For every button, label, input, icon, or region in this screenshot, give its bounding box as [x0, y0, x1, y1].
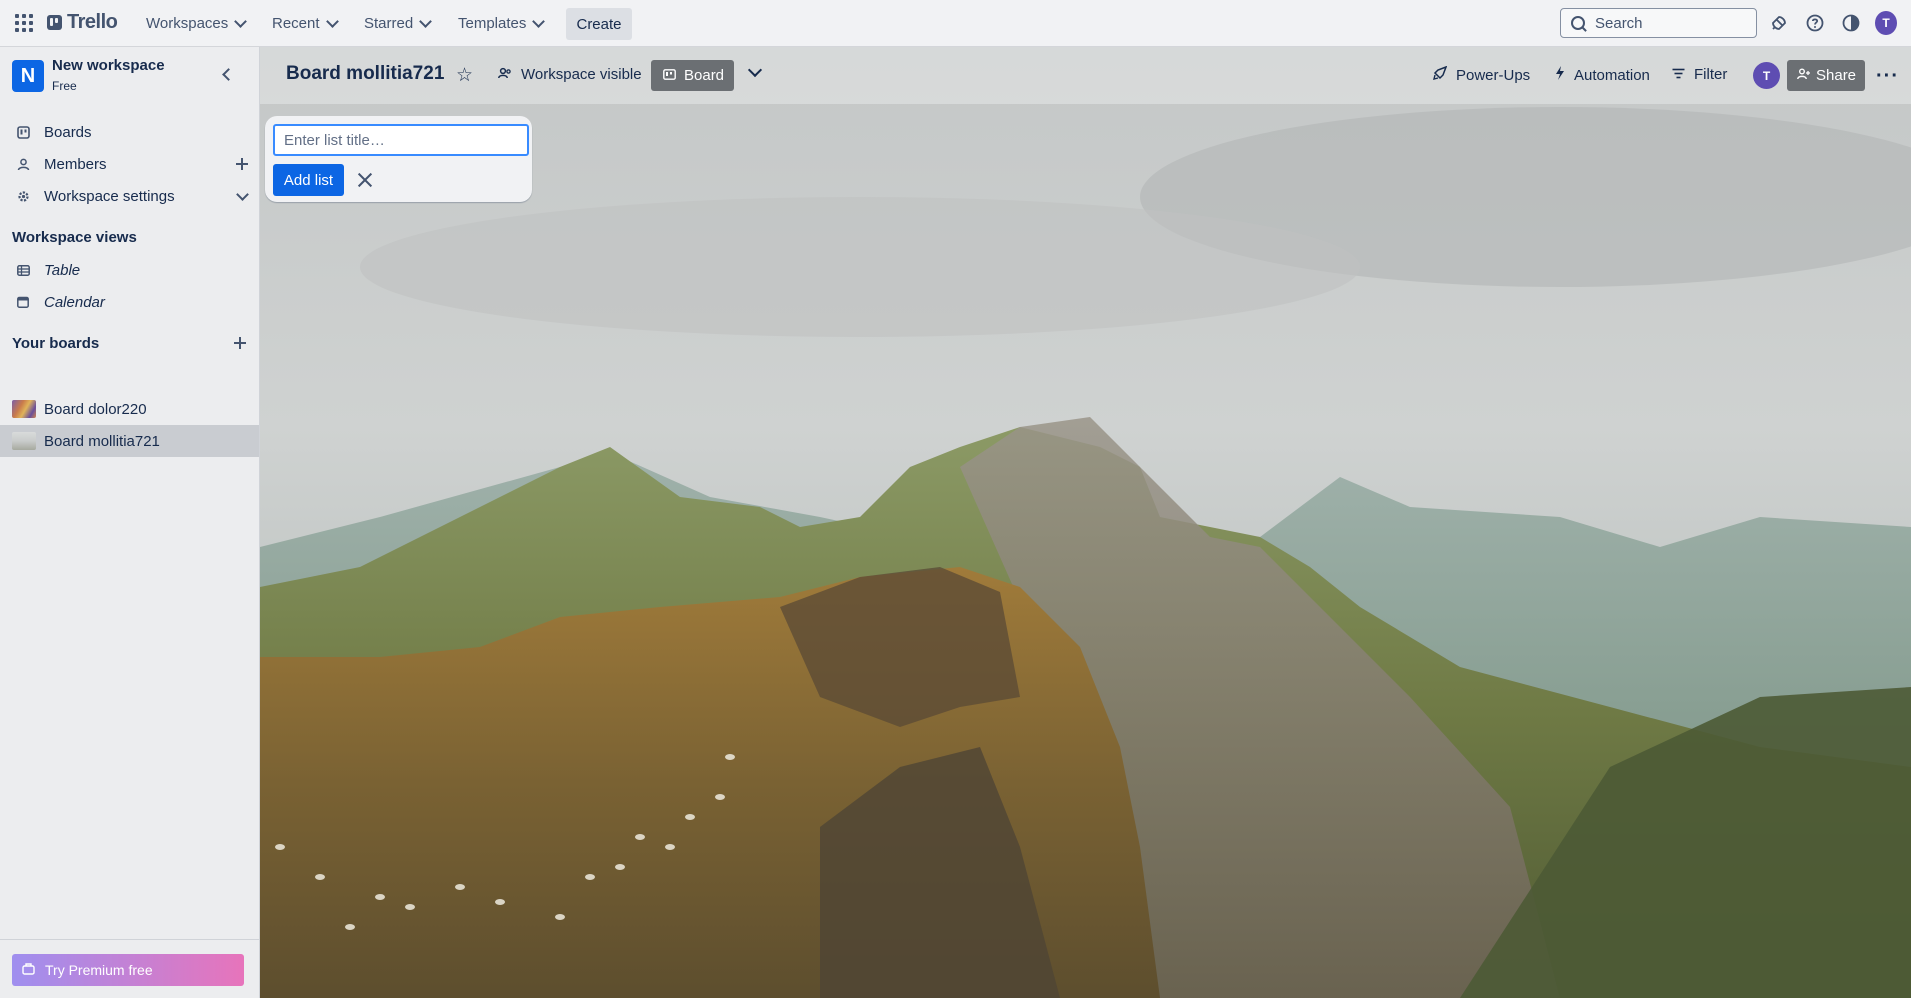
nav-workspaces[interactable]: Workspaces [146, 10, 248, 37]
your-boards-heading: Your boards [12, 335, 100, 352]
nav-starred[interactable]: Starred [364, 10, 433, 37]
avatar-initial: T [1875, 11, 1897, 35]
search-placeholder: Search [1595, 14, 1643, 32]
automation-label: Automation [1574, 66, 1650, 84]
board-title[interactable]: Board mollitia721 [286, 63, 444, 85]
trello-logo[interactable]: Trello [47, 11, 118, 34]
people-icon [498, 66, 512, 83]
sidebar-board-item-active[interactable]: Board mollitia721 [0, 425, 259, 457]
sidebar-item-members[interactable]: Members [0, 148, 259, 180]
board-icon [16, 125, 30, 139]
automation-button[interactable]: Automation [1555, 66, 1650, 84]
nav-starred-label: Starred [364, 15, 414, 32]
nav-workspaces-label: Workspaces [146, 15, 229, 32]
collapse-sidebar-icon[interactable] [222, 68, 235, 81]
add-board-icon[interactable] [234, 337, 246, 349]
sidebar-board-label: Board dolor220 [44, 400, 147, 418]
list-title-input[interactable] [273, 124, 529, 156]
sidebar-item-label: Workspace settings [44, 187, 175, 205]
workspace-name[interactable]: New workspace [52, 57, 165, 74]
lightning-icon [1555, 66, 1565, 84]
help-icon[interactable] [1804, 12, 1826, 34]
nav-templates-label: Templates [458, 15, 527, 32]
sidebar-board-label: Board mollitia721 [44, 432, 160, 450]
chevron-down-icon [325, 15, 339, 28]
power-ups-button[interactable]: Power-Ups [1433, 65, 1531, 84]
board-canvas: Board mollitia721 ☆ Workspace visible Bo… [260, 47, 1911, 998]
sidebar-view-table[interactable]: Table [0, 254, 259, 286]
nav-recent-label: Recent [272, 15, 320, 32]
visibility-label: Workspace visible [521, 66, 642, 83]
board-member-avatar[interactable]: T [1753, 62, 1780, 89]
board-view-icon [663, 67, 676, 84]
notification-bell-icon[interactable] [1768, 12, 1790, 34]
sidebar-item-label: Boards [44, 123, 92, 141]
board-header-bar: Board mollitia721 ☆ Workspace visible Bo… [260, 47, 1911, 104]
chevron-down-icon[interactable] [747, 62, 763, 78]
logo-text: Trello [67, 11, 118, 33]
sidebar-view-label: Calendar [44, 293, 105, 311]
filter-label: Filter [1694, 66, 1728, 83]
filter-button[interactable]: Filter [1672, 66, 1727, 83]
add-member-icon[interactable] [236, 158, 248, 170]
nav-recent[interactable]: Recent [272, 10, 339, 37]
add-list-button[interactable]: Add list [273, 164, 344, 196]
board-thumbnail [12, 400, 36, 418]
table-icon [16, 263, 30, 277]
rocket-icon [1433, 65, 1448, 84]
top-navigation-bar: Trello Workspaces Recent Starred Templat… [0, 0, 1911, 47]
chevron-down-icon [419, 15, 433, 28]
sidebar-item-workspace-settings[interactable]: Workspace settings [0, 180, 259, 212]
workspace-views-heading: Workspace views [12, 229, 137, 246]
nav-templates[interactable]: Templates [458, 10, 546, 37]
search-icon [1571, 16, 1585, 30]
create-button[interactable]: Create [566, 8, 632, 40]
try-premium-button[interactable]: Try Premium free [12, 954, 244, 986]
trello-logo-icon [47, 15, 62, 30]
chevron-down-icon [532, 15, 546, 28]
board-view-button[interactable]: Board [651, 60, 734, 91]
sidebar: N New workspace Free Boards Members Work… [0, 47, 260, 998]
add-person-icon [1797, 67, 1810, 84]
gear-icon [16, 189, 30, 203]
sidebar-divider [0, 939, 259, 940]
star-icon[interactable]: ☆ [456, 64, 473, 87]
premium-icon [22, 962, 35, 978]
filter-icon [1672, 66, 1685, 83]
theme-toggle-icon[interactable] [1840, 12, 1862, 34]
close-icon[interactable] [353, 168, 377, 192]
sidebar-item-boards[interactable]: Boards [0, 116, 259, 148]
board-thumbnail [12, 432, 36, 450]
apps-grid-icon[interactable] [14, 13, 34, 33]
workspace-plan: Free [52, 79, 77, 93]
sidebar-board-item[interactable]: Board dolor220 [0, 393, 259, 425]
power-ups-label: Power-Ups [1456, 66, 1531, 84]
more-options-icon[interactable]: ··· [1876, 65, 1899, 88]
visibility-button[interactable]: Workspace visible [498, 66, 642, 83]
sidebar-item-label: Members [44, 155, 107, 173]
board-view-label: Board [684, 67, 725, 84]
premium-label: Try Premium free [45, 962, 153, 978]
sidebar-view-calendar[interactable]: Calendar [0, 286, 259, 318]
workspace-badge[interactable]: N [12, 60, 44, 92]
search-input[interactable]: Search [1560, 8, 1757, 38]
calendar-icon [16, 295, 30, 309]
board-member-initial: T [1753, 62, 1780, 89]
add-list-form: Add list [265, 116, 532, 202]
sidebar-view-label: Table [44, 261, 81, 279]
person-icon [16, 157, 30, 171]
share-button[interactable]: Share [1787, 60, 1865, 91]
user-avatar[interactable]: T [1875, 11, 1897, 35]
share-label: Share [1816, 67, 1857, 84]
chevron-down-icon [234, 15, 248, 28]
